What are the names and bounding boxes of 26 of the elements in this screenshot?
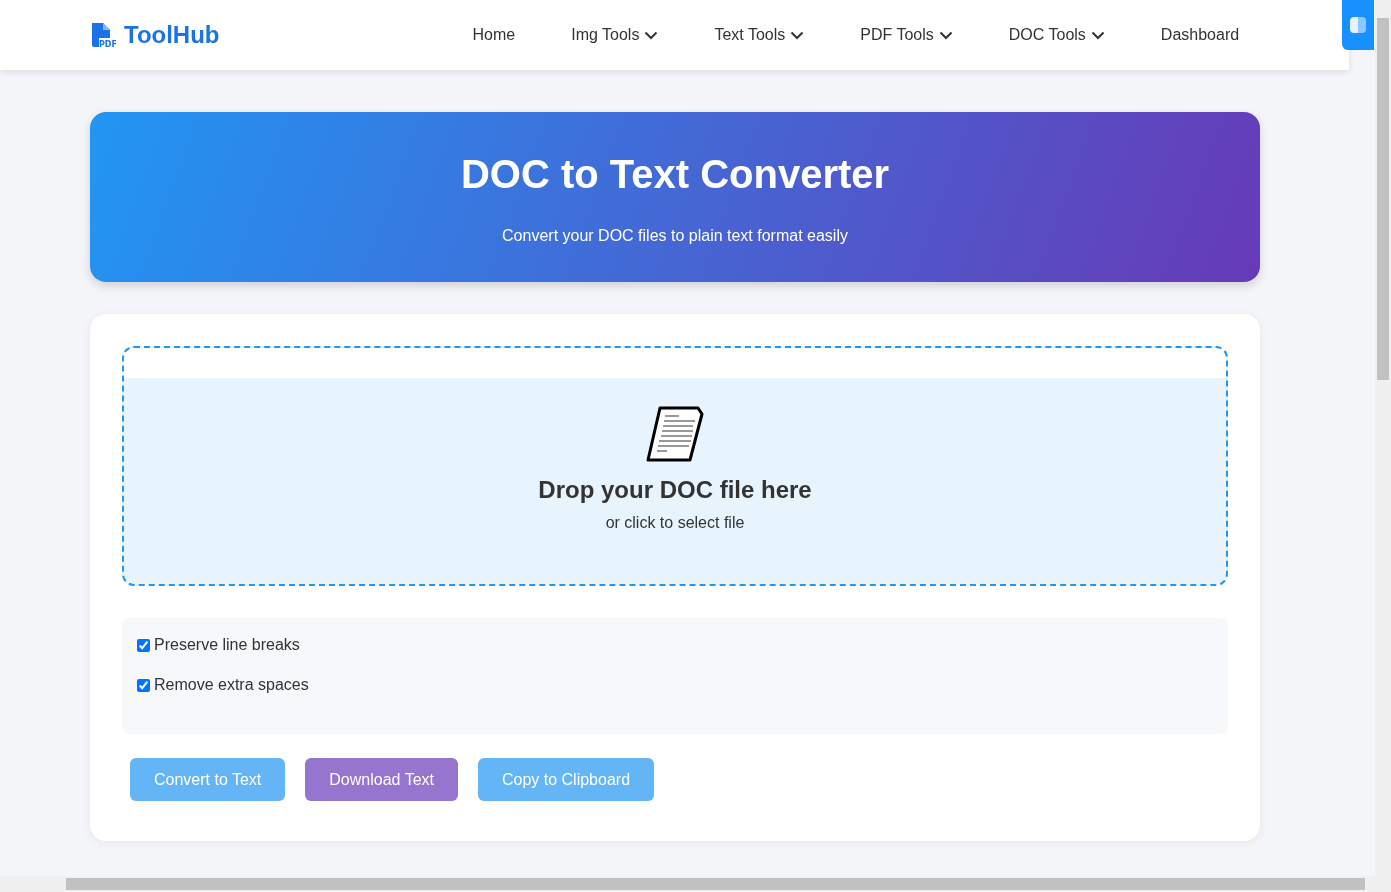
chevron-down-icon bbox=[1090, 30, 1105, 40]
file-drop-zone[interactable]: Drop your DOC file here or click to select file bbox=[122, 346, 1228, 586]
nav-link[interactable]: PDF Tools bbox=[860, 26, 953, 44]
checkbox-label[interactable]: Preserve line breaks bbox=[154, 636, 300, 654]
chevron-down-icon bbox=[790, 30, 805, 40]
vertical-scrollbar[interactable] bbox=[1375, 0, 1391, 892]
chevron-down-icon bbox=[644, 30, 659, 40]
widget-icon bbox=[1350, 17, 1366, 33]
drop-title: Drop your DOC file here bbox=[538, 476, 812, 504]
nav-link[interactable]: Dashboard bbox=[1160, 26, 1240, 44]
checkbox[interactable] bbox=[137, 678, 150, 692]
action-button[interactable]: Download Text bbox=[305, 758, 458, 801]
document-icon bbox=[646, 406, 704, 462]
drop-hint: or click to select file bbox=[605, 514, 745, 532]
checkbox[interactable] bbox=[137, 638, 150, 652]
checkbox-label[interactable]: Remove extra spaces bbox=[154, 676, 309, 694]
floating-tab[interactable] bbox=[1342, 0, 1374, 50]
page-title: DOC to Text Converter bbox=[459, 152, 891, 197]
nav-link[interactable]: Img Tools bbox=[571, 26, 659, 44]
nav-link[interactable]: Home bbox=[472, 26, 516, 44]
chevron-down-icon bbox=[938, 30, 953, 40]
nav-link[interactable]: Text Tools bbox=[714, 26, 805, 44]
nav-link[interactable]: DOC Tools bbox=[1008, 26, 1105, 44]
horizontal-scrollbar[interactable] bbox=[0, 876, 1375, 892]
page-subtitle: Convert your DOC files to plain text format easily bbox=[501, 227, 849, 245]
brand-name[interactable]: ToolHub bbox=[124, 21, 220, 49]
